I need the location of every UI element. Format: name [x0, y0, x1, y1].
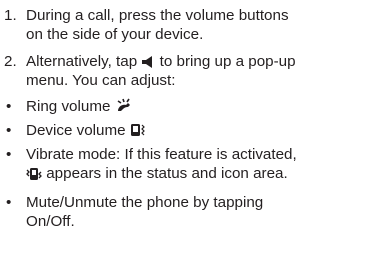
- bullet-mute-unmute-line-1: Mute/Unmute the phone by tapping: [26, 194, 264, 211]
- bullet-vibrate-mode-line-2: appears in the status and icon area.: [26, 164, 364, 183]
- bullet-mute-unmute-text: Mute/Unmute the phone by tapping On/Off.: [26, 193, 364, 231]
- device-vibrate-icon: [130, 123, 148, 143]
- bullet-device-volume-text: Device volume: [26, 121, 364, 140]
- step-1-line-1: During a call, press the volume buttons: [26, 7, 289, 24]
- ring-volume-label: Ring volume: [26, 98, 111, 115]
- step-2-line-1-pre: Alternatively, tap: [26, 53, 138, 70]
- bullet-vibrate-mode-line-1: Vibrate mode: If this feature is activat…: [26, 146, 297, 163]
- step-2-line-2: menu. You can adjust:: [26, 72, 176, 89]
- ring-phone-icon: [115, 98, 133, 119]
- step-1-text: During a call, press the volume buttons …: [26, 6, 364, 44]
- step-2-number: 2.: [4, 53, 17, 70]
- device-volume-label: Device volume: [26, 122, 126, 139]
- step-2-line-1: Alternatively, tap to bring up a pop-up: [26, 52, 364, 71]
- instructions-document: 1. During a call, press the volume butto…: [0, 0, 366, 262]
- bullet-device-volume-line: Device volume: [26, 121, 364, 140]
- step-1-line-2: on the side of your device.: [26, 26, 204, 43]
- vibrate-mode-line-2-text: appears in the status and icon area.: [46, 165, 288, 182]
- vibrate-status-icon: [26, 167, 42, 186]
- bullet-ring-volume-text: Ring volume: [26, 97, 364, 116]
- step-2-line-1-post: to bring up a pop-up: [159, 53, 296, 70]
- bullet-ring-volume-line: Ring volume: [26, 97, 364, 116]
- bullet-mute-unmute-line-2: On/Off.: [26, 213, 75, 230]
- bullet-marker: •: [6, 146, 12, 163]
- step-2-text: Alternatively, tap to bring up a pop-up …: [26, 52, 364, 90]
- bullet-marker: •: [6, 122, 12, 139]
- bullet-vibrate-mode-text: Vibrate mode: If this feature is activat…: [26, 145, 364, 183]
- bullet-marker: •: [6, 98, 12, 115]
- bullet-marker: •: [6, 194, 12, 211]
- step-1-number: 1.: [4, 7, 17, 24]
